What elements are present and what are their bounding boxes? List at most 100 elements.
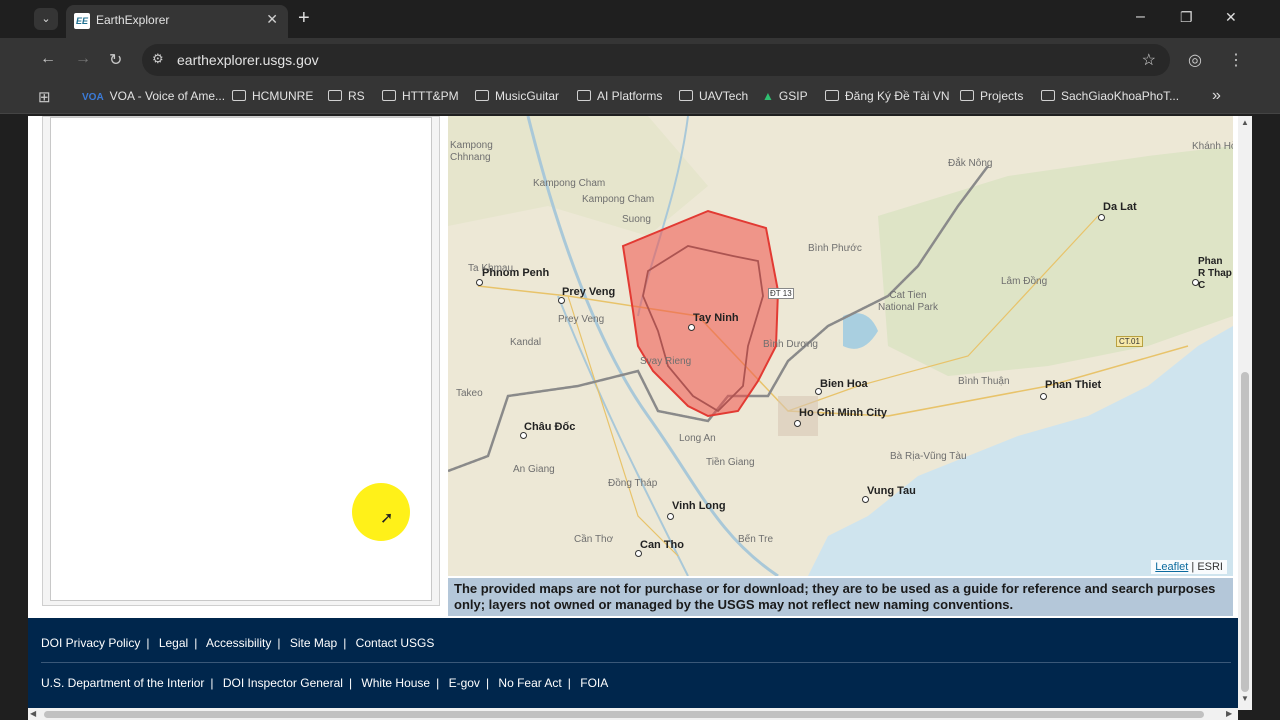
- region-label: Cat Tien National Park: [877, 290, 939, 313]
- folder-icon: [382, 90, 396, 101]
- bookmark-ai-platforms[interactable]: AI Platforms: [577, 89, 662, 103]
- folder-icon: [679, 90, 693, 101]
- region-label: Long An: [679, 433, 716, 444]
- tab-search-button[interactable]: ⌄: [34, 8, 58, 30]
- bookmark-sachgiaokhoa[interactable]: SachGiaoKhoaPhoT...: [1041, 89, 1179, 103]
- region-label: Prey Veng: [558, 314, 605, 325]
- bookmark-musicguitar[interactable]: MusicGuitar: [475, 89, 559, 103]
- bookmark-label: SachGiaoKhoaPhoT...: [1061, 89, 1180, 103]
- bookmark-rs[interactable]: RS: [328, 89, 365, 103]
- city-label: Can Tho: [640, 539, 684, 551]
- city-label: Bien Hoa: [820, 378, 868, 390]
- scroll-thumb[interactable]: [44, 711, 1204, 718]
- city-marker: [1040, 393, 1047, 400]
- lake: [843, 313, 878, 349]
- city-marker: [1098, 214, 1105, 221]
- region-label: Kampong Chhnang: [450, 140, 493, 163]
- bookmark-star-icon[interactable]: ☆: [1142, 50, 1156, 70]
- footer-separator: |: [436, 676, 440, 690]
- footer-divider: [41, 662, 1231, 663]
- horizontal-scrollbar[interactable]: ◀ ▶: [28, 708, 1238, 720]
- region-label: Bến Tre: [738, 534, 774, 545]
- leaflet-link[interactable]: Leaflet: [1155, 561, 1188, 573]
- minimize-button[interactable]: –: [1136, 8, 1145, 26]
- bookmarks-bar: ⊞ VOA VOA - Voice of Ame... HCMUNRE RS HT…: [0, 82, 1280, 114]
- footer-link[interactable]: Site Map: [290, 636, 337, 650]
- scroll-right-icon[interactable]: ▶: [1226, 709, 1232, 718]
- footer-link[interactable]: DOI Privacy Policy: [41, 636, 140, 650]
- footer-row-1: DOI Privacy Policy | Legal | Accessibility…: [41, 636, 434, 650]
- region-label: Bình Thuận: [958, 376, 1010, 387]
- new-tab-button[interactable]: +: [298, 7, 310, 30]
- footer-separator: |: [277, 636, 281, 650]
- scroll-up-icon[interactable]: ▲: [1241, 118, 1249, 127]
- region-label: An Giang: [513, 464, 555, 475]
- city-marker: [520, 432, 527, 439]
- page-content: Phnom Penh Prey Veng Tay Ninh Bien Hoa H…: [28, 116, 1238, 710]
- menu-icon[interactable]: ⋮: [1228, 50, 1244, 70]
- close-window-button[interactable]: ✕: [1225, 9, 1237, 26]
- region-label: Ta Khmau: [468, 263, 514, 274]
- browser-tab[interactable]: EE EarthExplorer ✕: [66, 5, 288, 38]
- footer-link[interactable]: FOIA: [580, 676, 608, 690]
- bookmark-htttpm[interactable]: HTTT&PM: [382, 89, 459, 103]
- tab-strip: ⌄ EE EarthExplorer ✕ + – ❐ ✕: [0, 0, 1280, 38]
- footer-row-2: U.S. Department of the Interior | DOI Ins…: [41, 676, 608, 690]
- footer-link[interactable]: E-gov: [449, 676, 480, 690]
- footer-link[interactable]: U.S. Department of the Interior: [41, 676, 204, 690]
- city-label: Tay Ninh: [693, 312, 739, 324]
- folder-icon: [475, 90, 489, 101]
- restore-button[interactable]: ❐: [1180, 9, 1193, 26]
- city-marker: [794, 420, 801, 427]
- scroll-thumb[interactable]: [1241, 372, 1249, 692]
- footer-link[interactable]: White House: [361, 676, 430, 690]
- folder-icon: [1041, 90, 1055, 101]
- bookmark-gsip[interactable]: ▲ GSIP: [762, 89, 808, 103]
- folder-icon: [960, 90, 974, 101]
- chevron-down-icon: ⌄: [41, 13, 51, 25]
- footer-link[interactable]: Legal: [159, 636, 188, 650]
- footer-link[interactable]: DOI Inspector General: [223, 676, 343, 690]
- city-marker: [558, 297, 565, 304]
- scroll-left-icon[interactable]: ◀: [30, 709, 36, 718]
- back-icon[interactable]: ←: [40, 50, 56, 68]
- region-label: Tiền Giang: [706, 457, 755, 468]
- map-view[interactable]: Phnom Penh Prey Veng Tay Ninh Bien Hoa H…: [448, 116, 1233, 576]
- bookmark-label: VOA - Voice of Ame...: [109, 89, 226, 103]
- more-bookmarks-icon[interactable]: »: [1212, 87, 1221, 105]
- region-label: Bình Phước: [808, 243, 862, 254]
- folder-icon: [825, 90, 839, 101]
- footer-link[interactable]: No Fear Act: [498, 676, 561, 690]
- site-info-icon[interactable]: ⚙: [152, 51, 164, 67]
- footer-link[interactable]: Accessibility: [206, 636, 271, 650]
- browser-toolbar: ← → ↻ ⚙ earthexplorer.usgs.gov ☆ ◎ ⋮: [0, 38, 1280, 82]
- bookmark-label: Đăng Ký Đề Tài VN: [845, 89, 950, 103]
- footer-separator: |: [210, 676, 214, 690]
- bookmark-hcmunre[interactable]: HCMUNRE: [232, 89, 313, 103]
- region-label: Đồng Tháp: [608, 478, 658, 489]
- bookmark-label: AI Platforms: [597, 89, 663, 103]
- bookmark-uavtech[interactable]: UAVTech: [679, 89, 748, 103]
- profile-icon[interactable]: ◎: [1188, 50, 1202, 70]
- bookmark-projects[interactable]: Projects: [960, 89, 1023, 103]
- vertical-scrollbar[interactable]: ▲ ▼: [1238, 116, 1252, 710]
- url-text: earthexplorer.usgs.gov: [177, 52, 319, 68]
- address-bar[interactable]: ⚙ earthexplorer.usgs.gov ☆: [142, 44, 1170, 76]
- scroll-down-icon[interactable]: ▼: [1241, 694, 1249, 703]
- tab-title: EarthExplorer: [96, 13, 170, 27]
- region-label: Takeo: [456, 388, 483, 399]
- footer-separator: |: [567, 676, 571, 690]
- tab-close-icon[interactable]: ✕: [266, 11, 278, 28]
- bookmark-label: GSIP: [778, 89, 808, 103]
- reload-icon[interactable]: ↻: [109, 50, 122, 70]
- bookmark-dang-ky[interactable]: Đăng Ký Đề Tài VN: [825, 89, 950, 103]
- bookmark-voa[interactable]: VOA VOA - Voice of Ame...: [82, 89, 225, 103]
- earthexplorer-favicon-icon: EE: [74, 13, 90, 29]
- city-label: Châu Đốc: [524, 421, 576, 433]
- region-label: Kampong Cham: [533, 178, 606, 189]
- forward-icon[interactable]: →: [75, 50, 91, 68]
- footer-link[interactable]: Contact USGS: [356, 636, 435, 650]
- footer-separator: |: [343, 636, 347, 650]
- apps-icon[interactable]: ⊞: [38, 88, 51, 106]
- bookmark-label: HCMUNRE: [252, 89, 314, 103]
